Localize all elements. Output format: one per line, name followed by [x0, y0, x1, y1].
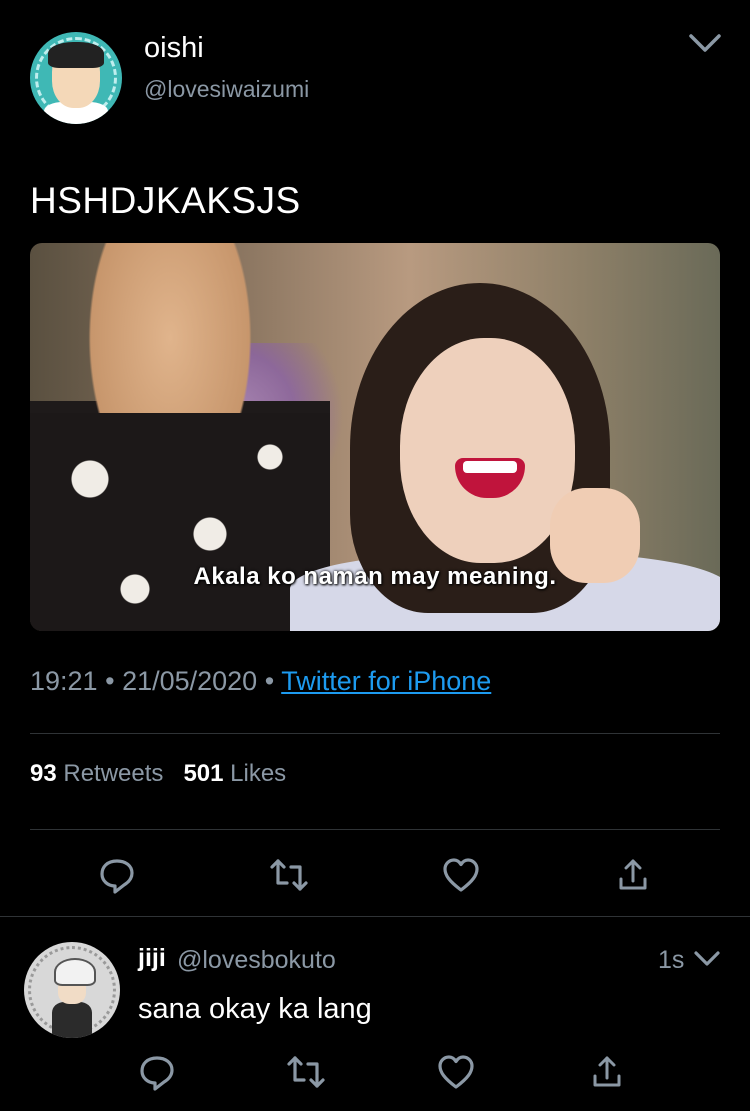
- user-handle[interactable]: @lovesiwaizumi: [144, 76, 309, 103]
- reply-handle[interactable]: @lovesbokuto: [177, 946, 336, 975]
- reply-text: sana okay ka lang: [138, 993, 372, 1025]
- reply-button[interactable]: [97, 855, 137, 895]
- media-shirt: [30, 413, 330, 631]
- share-button[interactable]: [613, 855, 653, 895]
- heart-icon: [443, 858, 479, 892]
- media-teeth: [463, 461, 517, 473]
- reply-icon: [100, 859, 134, 894]
- reply-retweet-button[interactable]: [286, 1052, 326, 1092]
- reply-like-button[interactable]: [436, 1052, 476, 1092]
- retweets-count: 93: [30, 760, 57, 787]
- media-subtitle: Akala ko naman may meaning.: [193, 563, 557, 590]
- retweet-button[interactable]: [269, 855, 309, 895]
- avatar-hair: [54, 958, 96, 986]
- avatar-body: [52, 1002, 92, 1038]
- meta-separator: •: [264, 666, 275, 696]
- tweet-detail-page: oishi @lovesiwaizumi HSHDJKAKSJS Akala k…: [0, 0, 750, 1111]
- display-name[interactable]: oishi: [144, 32, 204, 65]
- likes-count: 501: [183, 760, 224, 787]
- retweets-label: Retweets: [63, 760, 164, 787]
- reply-avatar[interactable]: [24, 942, 120, 1038]
- avatar-hair: [48, 42, 104, 68]
- retweet-icon: [287, 1056, 325, 1088]
- likes-label: Likes: [230, 760, 287, 787]
- share-icon: [593, 1056, 621, 1087]
- reply-display-name[interactable]: jiji: [138, 944, 166, 973]
- tweet-time: 19:21: [30, 666, 98, 696]
- tweet-media-image[interactable]: Akala ko naman may meaning.: [30, 243, 720, 631]
- divider: [30, 829, 720, 830]
- reply-timestamp: 1s: [658, 946, 685, 974]
- media-face: [400, 338, 575, 563]
- reply-share-button[interactable]: [587, 1052, 627, 1092]
- retweets-stat[interactable]: 93 Retweets: [30, 760, 163, 787]
- like-button[interactable]: [441, 855, 481, 895]
- likes-stat[interactable]: 501 Likes: [183, 760, 286, 787]
- chevron-down-icon[interactable]: [688, 32, 722, 54]
- chevron-down-icon[interactable]: [694, 950, 720, 968]
- share-icon: [619, 859, 647, 890]
- reply-reply-button[interactable]: [137, 1052, 177, 1092]
- tweet-stats: 93 Retweets 501 Likes: [30, 760, 286, 788]
- retweet-icon: [270, 859, 308, 891]
- meta-separator: •: [105, 666, 115, 696]
- heart-icon: [438, 1055, 474, 1089]
- tweet-meta: 19:21 • 21/05/2020 • Twitter for iPhone: [30, 666, 491, 697]
- tweet-text: HSHDJKAKSJS: [30, 180, 301, 221]
- divider: [0, 916, 750, 917]
- tweet-date: 21/05/2020: [122, 666, 258, 696]
- divider: [30, 733, 720, 734]
- reply-icon: [140, 1056, 174, 1091]
- avatar[interactable]: [30, 32, 122, 124]
- tweet-source-link[interactable]: Twitter for iPhone: [281, 666, 491, 696]
